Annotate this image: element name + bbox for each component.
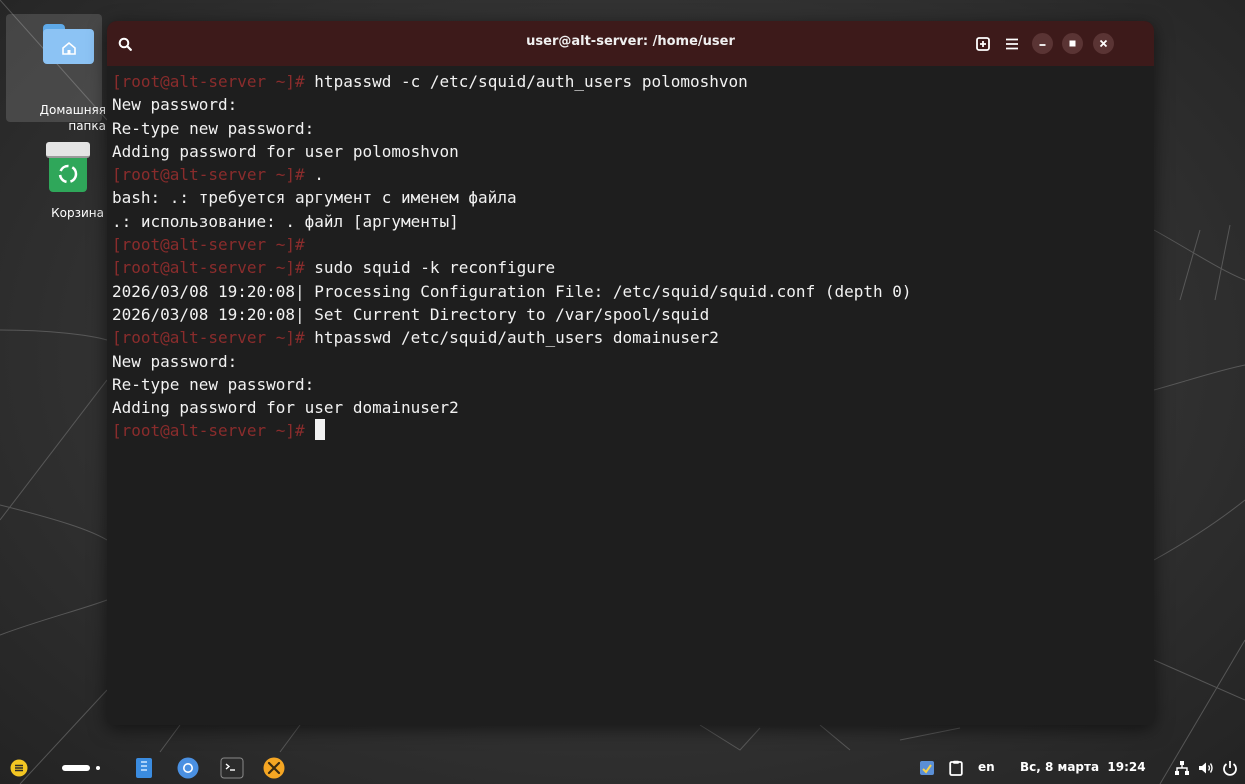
notes-icon: [920, 761, 934, 775]
window-title: user@alt-server: /home/user: [526, 34, 735, 49]
new-tab-button[interactable]: [971, 32, 995, 56]
terminal-line: New password:: [112, 350, 1147, 373]
taskbar-terminal[interactable]: [219, 756, 245, 780]
close-button[interactable]: [1093, 33, 1114, 54]
output-text: 2026/03/08 19:20:08| Processing Configur…: [112, 281, 912, 301]
clipboard-icon: [949, 760, 963, 776]
output-text: bash: .: требуется аргумент с именем фай…: [112, 188, 517, 208]
tray-clipboard[interactable]: [947, 759, 965, 777]
taskbar: en Вс, 8 марта 19:24: [0, 752, 1245, 784]
text-cursor: [315, 419, 326, 441]
terminal-line: [root@alt-server ~]# sudo squid -k recon…: [112, 256, 1147, 279]
trash-icon: [46, 142, 90, 192]
terminal-line: Adding password for user domainuser2: [112, 396, 1147, 419]
network-icon: [1175, 761, 1189, 775]
trash-label: Корзина: [51, 206, 104, 220]
shell-prompt: [root@alt-server ~]#: [112, 421, 315, 441]
file-manager-icon: [136, 758, 152, 778]
desktop-icon-home[interactable]: Домашняя папка: [6, 14, 106, 133]
command-text: htpasswd /etc/squid/auth_users domainuse…: [314, 328, 719, 348]
terminal-line: bash: .: требуется аргумент с именем фай…: [112, 186, 1147, 209]
output-text: .: использование: . файл [аргументы]: [112, 211, 459, 231]
output-text: New password:: [112, 95, 238, 115]
taskbar-settings[interactable]: [262, 756, 286, 780]
taskbar-browser[interactable]: [176, 756, 200, 780]
maximize-button[interactable]: [1062, 33, 1083, 54]
output-text: Adding password for user domainuser2: [112, 398, 459, 418]
tray-network[interactable]: [1173, 759, 1191, 777]
terminal-line: 2026/03/08 19:20:08| Set Current Directo…: [112, 303, 1147, 326]
terminal-line: Re-type new password:: [112, 373, 1147, 396]
taskbar-file-manager[interactable]: [134, 756, 154, 780]
minimize-icon: [1039, 44, 1046, 46]
terminal-current-line[interactable]: [root@alt-server ~]#: [112, 419, 1147, 442]
terminal-line: Re-type new password:: [112, 117, 1147, 140]
terminal-line: New password:: [112, 93, 1147, 116]
terminal-line: 2026/03/08 19:20:08| Processing Configur…: [112, 280, 1147, 303]
maximize-icon: [1069, 40, 1076, 47]
app-menu-icon: [10, 759, 28, 777]
command-text: .: [314, 165, 324, 185]
window-titlebar[interactable]: user@alt-server: /home/user: [107, 21, 1154, 66]
tray-volume[interactable]: [1197, 759, 1215, 777]
output-text: Re-type new password:: [112, 374, 315, 394]
shell-prompt: [root@alt-server ~]#: [112, 165, 315, 185]
shell-prompt: [root@alt-server ~]#: [112, 258, 315, 278]
tray-power[interactable]: [1221, 759, 1239, 777]
command-text: sudo squid -k reconfigure: [314, 258, 556, 278]
home-folder-label: Домашняя папка: [39, 103, 106, 133]
app-menu-button[interactable]: [10, 759, 28, 777]
new-tab-icon: [976, 37, 990, 51]
tray-notes[interactable]: [918, 759, 936, 777]
keyboard-layout[interactable]: en: [978, 760, 995, 774]
hamburger-menu-icon: [1006, 38, 1018, 50]
chromium-icon: [177, 757, 199, 779]
output-text: Adding password for user polomoshvon: [112, 141, 459, 161]
shell-prompt: [root@alt-server ~]#: [112, 72, 315, 91]
terminal-line: [root@alt-server ~]# htpasswd /etc/squid…: [112, 326, 1147, 349]
shell-prompt: [root@alt-server ~]#: [112, 235, 315, 255]
workspace-indicator-icon: [62, 765, 100, 771]
clock[interactable]: Вс, 8 марта 19:24: [1020, 760, 1146, 774]
workspace-indicator[interactable]: [60, 762, 104, 774]
terminal-line: Adding password for user polomoshvon: [112, 140, 1147, 163]
minimize-button[interactable]: [1032, 33, 1053, 54]
power-icon: [1223, 761, 1237, 776]
command-text: htpasswd -c /etc/squid/auth_users polomo…: [314, 72, 748, 91]
desktop-icon-trash[interactable]: Корзина: [6, 136, 104, 228]
menu-button[interactable]: [1000, 32, 1024, 56]
output-text: 2026/03/08 19:20:08| Set Current Directo…: [112, 304, 710, 324]
volume-icon: [1199, 762, 1213, 774]
terminal-line: [root@alt-server ~]# htpasswd -c /etc/sq…: [112, 70, 1147, 93]
home-folder-icon: [43, 24, 94, 64]
terminal-line: .: использование: . файл [аргументы]: [112, 210, 1147, 233]
settings-tools-icon: [263, 757, 285, 779]
terminal-window[interactable]: user@alt-server: /home/user [root@alt-se…: [107, 21, 1154, 725]
output-text: Re-type new password:: [112, 118, 315, 138]
terminal-output[interactable]: [root@alt-server ~]# htpasswd -c /etc/sq…: [112, 70, 1147, 720]
terminal-icon: [220, 757, 244, 779]
close-icon: [1099, 39, 1108, 48]
terminal-line: [root@alt-server ~]# .: [112, 163, 1147, 186]
output-text: New password:: [112, 351, 238, 371]
shell-prompt: [root@alt-server ~]#: [112, 328, 315, 348]
terminal-line: [root@alt-server ~]#: [112, 233, 1147, 256]
